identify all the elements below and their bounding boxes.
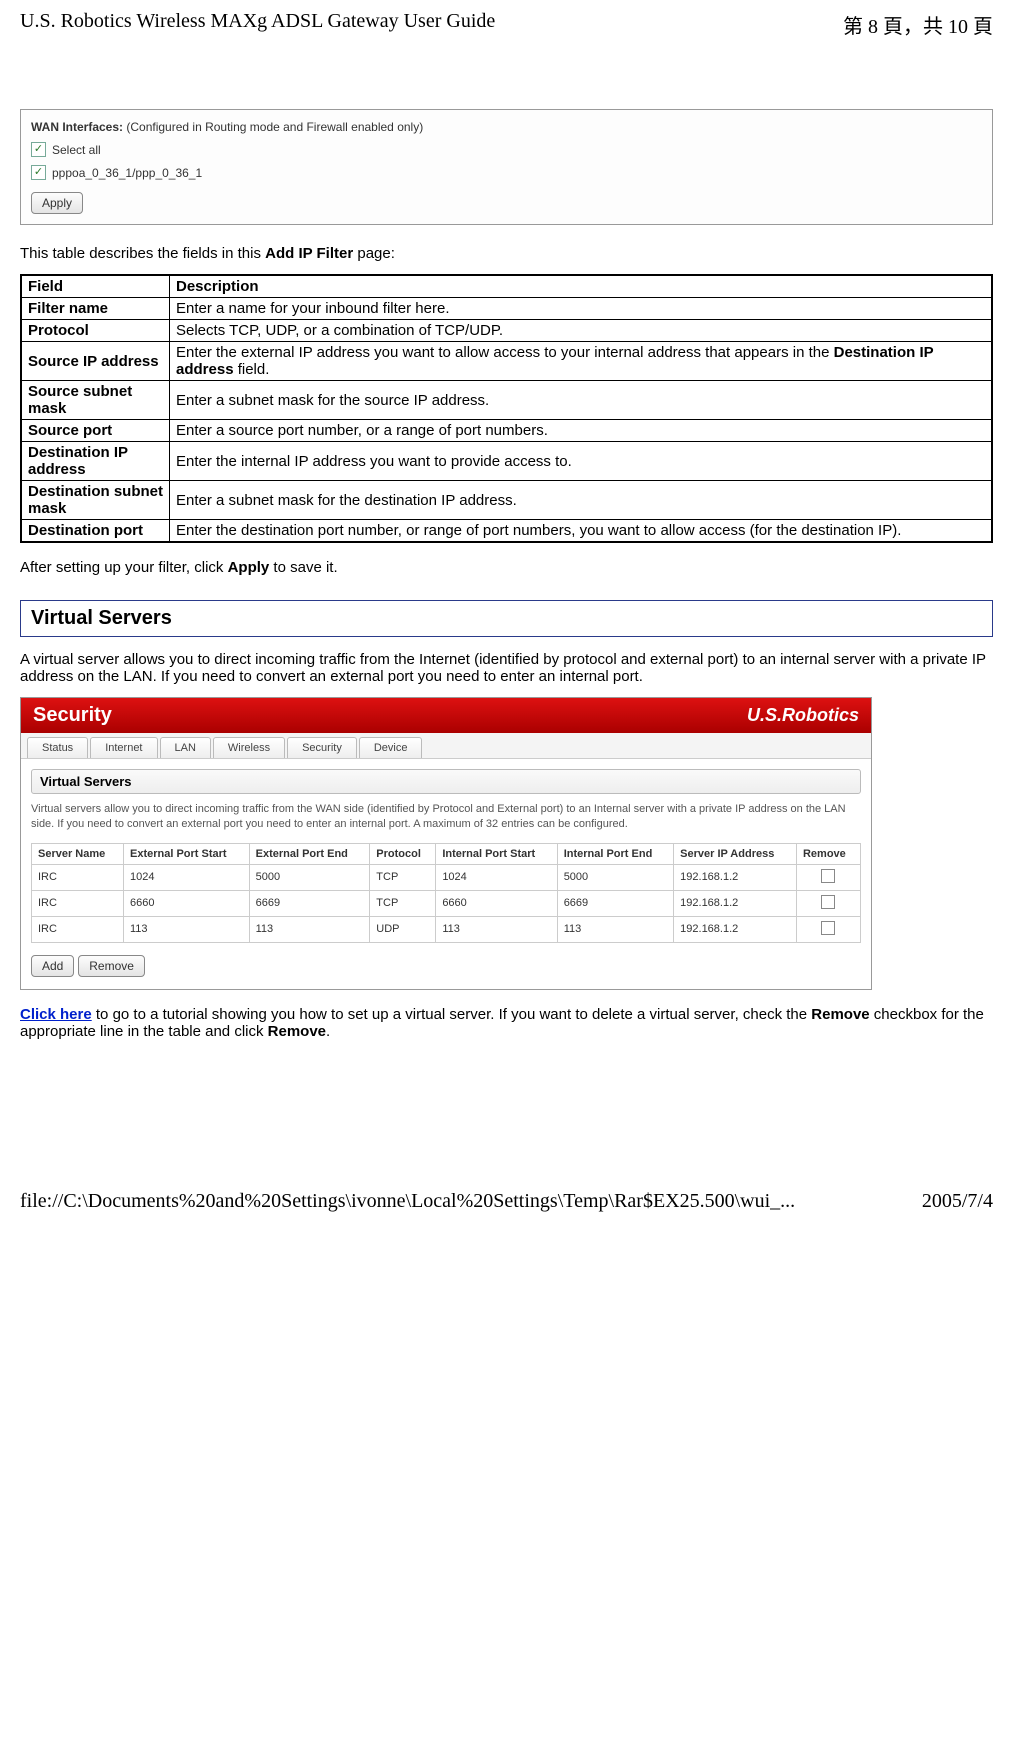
table-row: Destination IP address Enter the interna… <box>21 442 992 481</box>
virtual-servers-screenshot: Security U.S.Robotics Status Internet LA… <box>20 697 872 990</box>
wan-label-suffix: (Configured in Routing mode and Firewall… <box>123 120 423 134</box>
tab-bar: Status Internet LAN Wireless Security De… <box>21 733 871 759</box>
vs-banner: Security U.S.Robotics <box>21 698 871 733</box>
footer-path: file://C:\Documents%20and%20Settings\ivo… <box>20 1190 795 1213</box>
tab-status[interactable]: Status <box>27 737 88 758</box>
vs-th: External Port End <box>249 843 370 864</box>
vs-banner-section: Security <box>33 704 112 727</box>
vs-th: Server Name <box>32 843 124 864</box>
footer-date: 2005/7/4 <box>922 1190 993 1213</box>
th-description: Description <box>170 275 993 298</box>
vs-th: Internal Port Start <box>436 843 557 864</box>
click-here-paragraph: Click here to go to a tutorial showing y… <box>20 1006 993 1040</box>
remove-checkbox[interactable] <box>821 921 835 935</box>
intro-text: This table describes the fields in this … <box>20 245 993 262</box>
vs-row: IRC 6660 6669 TCP 6660 6669 192.168.1.2 <box>32 890 861 916</box>
wan-interfaces-panel: WAN Interfaces: (Configured in Routing m… <box>20 109 993 225</box>
interface-label: pppoa_0_36_1/ppp_0_36_1 <box>52 166 202 180</box>
remove-button[interactable]: Remove <box>78 955 145 977</box>
vs-row: IRC 1024 5000 TCP 1024 5000 192.168.1.2 <box>32 864 861 890</box>
table-row: Source subnet mask Enter a subnet mask f… <box>21 381 992 420</box>
wan-label-bold: WAN Interfaces: <box>31 120 123 134</box>
add-button[interactable]: Add <box>31 955 74 977</box>
panel-description: Virtual servers allow you to direct inco… <box>31 802 861 833</box>
tab-device[interactable]: Device <box>359 737 423 758</box>
table-row: Destination port Enter the destination p… <box>21 520 992 543</box>
wan-interfaces-label: WAN Interfaces: (Configured in Routing m… <box>31 120 982 134</box>
vs-th: Protocol <box>370 843 436 864</box>
th-field: Field <box>21 275 170 298</box>
panel-title: Virtual Servers <box>31 769 861 794</box>
table-row: Protocol Selects TCP, UDP, or a combinat… <box>21 320 992 342</box>
vs-banner-brand: U.S.Robotics <box>747 705 859 726</box>
table-row: Source port Enter a source port number, … <box>21 420 992 442</box>
tab-lan[interactable]: LAN <box>160 737 211 758</box>
after-text: After setting up your filter, click Appl… <box>20 559 993 576</box>
fields-table: Field Description Filter name Enter a na… <box>20 274 993 543</box>
page-header: U.S. Robotics Wireless MAXg ADSL Gateway… <box>20 10 993 49</box>
vs-th: External Port Start <box>124 843 250 864</box>
page-indicator: 第 8 頁，共 10 頁 <box>843 10 993 39</box>
doc-title: U.S. Robotics Wireless MAXg ADSL Gateway… <box>20 10 495 39</box>
tab-wireless[interactable]: Wireless <box>213 737 285 758</box>
remove-checkbox[interactable] <box>821 895 835 909</box>
virtual-servers-table: Server Name External Port Start External… <box>31 843 861 943</box>
table-row: Source IP address Enter the external IP … <box>21 342 992 381</box>
select-all-label: Select all <box>52 143 101 157</box>
table-row: Filter name Enter a name for your inboun… <box>21 298 992 320</box>
vs-th: Remove <box>796 843 860 864</box>
vs-th: Server IP Address <box>674 843 797 864</box>
select-all-checkbox[interactable]: ✓ <box>31 142 46 157</box>
table-row: Destination subnet mask Enter a subnet m… <box>21 481 992 520</box>
tab-internet[interactable]: Internet <box>90 737 157 758</box>
section-virtual-servers: Virtual Servers <box>20 600 993 637</box>
vs-row: IRC 113 113 UDP 113 113 192.168.1.2 <box>32 916 861 942</box>
apply-button[interactable]: Apply <box>31 192 83 214</box>
interface-checkbox[interactable]: ✓ <box>31 165 46 180</box>
tab-security[interactable]: Security <box>287 737 357 758</box>
remove-checkbox[interactable] <box>821 869 835 883</box>
click-here-link[interactable]: Click here <box>20 1006 92 1023</box>
vs-paragraph: A virtual server allows you to direct in… <box>20 651 993 685</box>
page-footer: file://C:\Documents%20and%20Settings\ivo… <box>0 1190 1013 1219</box>
vs-th: Internal Port End <box>557 843 673 864</box>
